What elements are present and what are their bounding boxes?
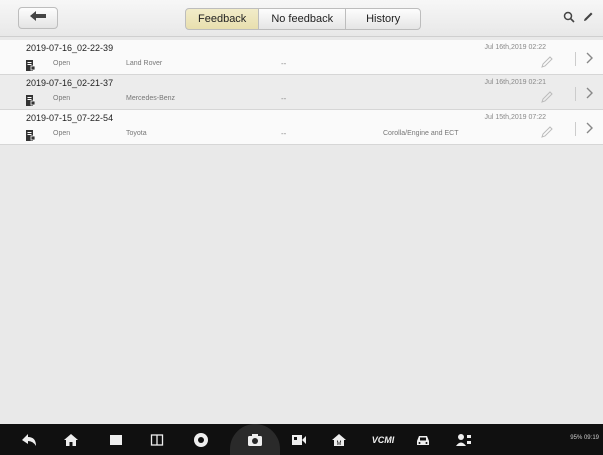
- edit-icon[interactable]: [540, 55, 554, 69]
- edit-icon[interactable]: [540, 125, 554, 139]
- svg-text:M: M: [337, 441, 342, 447]
- record-model: --: [281, 129, 287, 138]
- record-date: Jul 16th,2019 02:21: [484, 79, 547, 86]
- row-divider: [575, 87, 576, 101]
- back-icon[interactable]: [20, 431, 38, 449]
- split-screen-icon[interactable]: [148, 431, 166, 449]
- list-item[interactable]: 2019-07-15_07-22-54 Open Toyota -- Corol…: [0, 110, 603, 145]
- tab-history[interactable]: History: [345, 8, 422, 30]
- chevron-right-icon[interactable]: [585, 86, 595, 100]
- tab-feedback[interactable]: Feedback: [185, 8, 260, 30]
- search-icon[interactable]: [561, 9, 577, 25]
- edit-icon[interactable]: [540, 90, 554, 104]
- record-make: Mercedes-Benz: [126, 95, 176, 102]
- top-bar: Feedback No feedback History: [0, 0, 603, 37]
- tab-bar: Feedback No feedback History: [185, 8, 422, 30]
- record-model: --: [281, 59, 287, 68]
- tab-no-feedback[interactable]: No feedback: [258, 8, 347, 30]
- row-divider: [575, 52, 576, 66]
- camera-icon[interactable]: [246, 431, 264, 449]
- chevron-right-icon[interactable]: [585, 121, 595, 135]
- record-status: Open: [53, 95, 71, 102]
- record-title: 2019-07-16_02-22-39: [26, 43, 114, 53]
- chrome-icon[interactable]: [192, 431, 210, 449]
- list-item[interactable]: 2019-07-16_02-22-39 Open Land Rover -- J…: [0, 40, 603, 75]
- document-icon: [26, 58, 36, 71]
- home-icon[interactable]: [62, 431, 80, 449]
- back-arrow-icon: [29, 9, 47, 27]
- record-model: --: [281, 94, 287, 103]
- list-item[interactable]: 2019-07-16_02-21-37 Open Mercedes-Benz -…: [0, 75, 603, 110]
- car-icon[interactable]: [414, 431, 432, 449]
- home-garage-icon[interactable]: M: [330, 431, 348, 449]
- vcmi-icon[interactable]: VCMI: [368, 431, 398, 449]
- pencil-icon[interactable]: [580, 9, 596, 25]
- vcmi-label: VCMI: [371, 435, 395, 445]
- recent-apps-icon[interactable]: [107, 431, 125, 449]
- record-system: Corolla/Engine and ECT: [383, 130, 459, 137]
- system-status: 95% 09:19: [570, 435, 599, 441]
- chevron-right-icon[interactable]: [585, 51, 595, 65]
- record-date: Jul 15th,2019 07:22: [484, 114, 547, 121]
- record-make: Toyota: [126, 130, 147, 137]
- row-divider: [575, 122, 576, 136]
- record-title: 2019-07-15_07-22-54: [26, 113, 114, 123]
- record-status: Open: [53, 60, 71, 67]
- record-status: Open: [53, 130, 71, 137]
- record-date: Jul 16th,2019 02:22: [484, 44, 547, 51]
- document-icon: [26, 128, 36, 141]
- back-button[interactable]: [18, 7, 58, 29]
- system-navbar: M VCMI 95% 09:19: [0, 424, 603, 455]
- record-make: Land Rover: [126, 60, 163, 67]
- document-icon: [26, 93, 36, 106]
- record-title: 2019-07-16_02-21-37: [26, 78, 114, 88]
- screen-record-icon[interactable]: [290, 431, 308, 449]
- feedback-list: 2019-07-16_02-22-39 Open Land Rover -- J…: [0, 40, 603, 145]
- user-network-icon[interactable]: [455, 431, 473, 449]
